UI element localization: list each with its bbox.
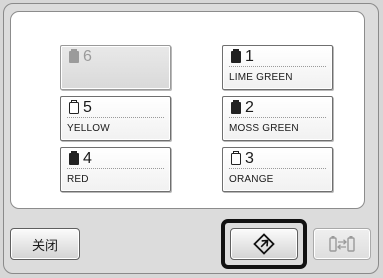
spool-filled-icon [69,49,79,63]
thread-color-name: LIME GREEN [229,72,293,83]
thread-color-name: YELLOW [67,123,110,134]
spool-slot-6[interactable]: 6 [60,45,171,90]
spool-slot-3[interactable]: 3 ORANGE [222,147,333,192]
spool-swap-button[interactable] [313,228,371,260]
separator [67,117,164,118]
separator [229,117,326,118]
spool-slot-1[interactable]: 1 LIME GREEN [222,45,333,90]
thread-set-button[interactable] [230,228,298,260]
separator [229,66,326,67]
spool-filled-icon [231,49,241,63]
thread-set-icon [253,233,275,255]
spool-slot-4[interactable]: 4 RED [60,147,171,192]
spool-slot-5[interactable]: 5 YELLOW [60,96,171,141]
slot-number: 3 [245,150,254,167]
slot-number: 4 [83,150,92,167]
spool-empty-icon [231,151,241,165]
thread-color-name: ORANGE [229,174,274,185]
slot-number: 1 [245,48,254,65]
spool-slot-2[interactable]: 2 MOSS GREEN [222,96,333,141]
separator [229,168,326,169]
spool-filled-icon [231,100,241,114]
thread-color-name: RED [67,174,89,185]
separator [67,168,164,169]
slot-number: 5 [83,99,92,116]
slot-number: 2 [245,99,254,116]
spool-filled-icon [69,151,79,165]
thread-color-name: MOSS GREEN [229,123,299,134]
spool-empty-icon [69,100,79,114]
slot-number: 6 [83,48,92,65]
close-button[interactable]: 关闭 [10,228,80,260]
spool-swap-icon [329,236,355,252]
